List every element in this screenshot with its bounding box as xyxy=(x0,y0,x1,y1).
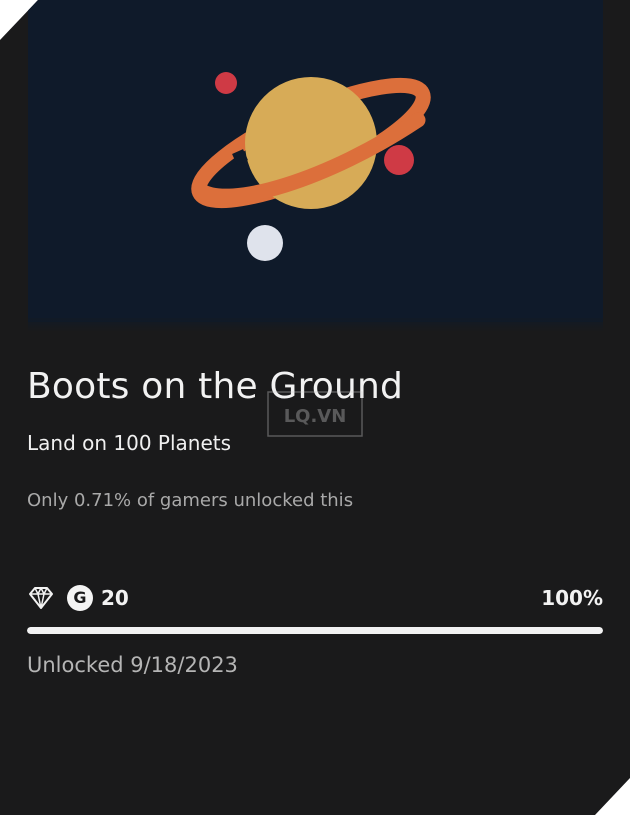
gamerscore-icon: G xyxy=(67,585,93,611)
gamerscore-value: 20 xyxy=(101,586,129,610)
planet-icon xyxy=(191,72,431,261)
progress-percent: 100% xyxy=(541,586,603,610)
diamond-icon xyxy=(29,587,53,609)
achievement-card: Boots on the Ground LQ.VN Land on 100 Pl… xyxy=(0,0,630,815)
watermark-logo: LQ.VN xyxy=(267,391,363,437)
rarity-text: Only 0.71% of gamers unlocked this xyxy=(27,490,354,511)
achievement-art xyxy=(28,0,603,322)
svg-text:LQ.VN: LQ.VN xyxy=(284,406,347,427)
progress-bar xyxy=(27,627,603,634)
art-shadow xyxy=(28,318,603,332)
achievement-description: Land on 100 Planets xyxy=(27,431,232,455)
unlocked-date: Unlocked 9/18/2023 xyxy=(27,653,238,677)
progress-bar-fill xyxy=(27,627,603,634)
reward-row: G 20 100% xyxy=(27,583,603,613)
